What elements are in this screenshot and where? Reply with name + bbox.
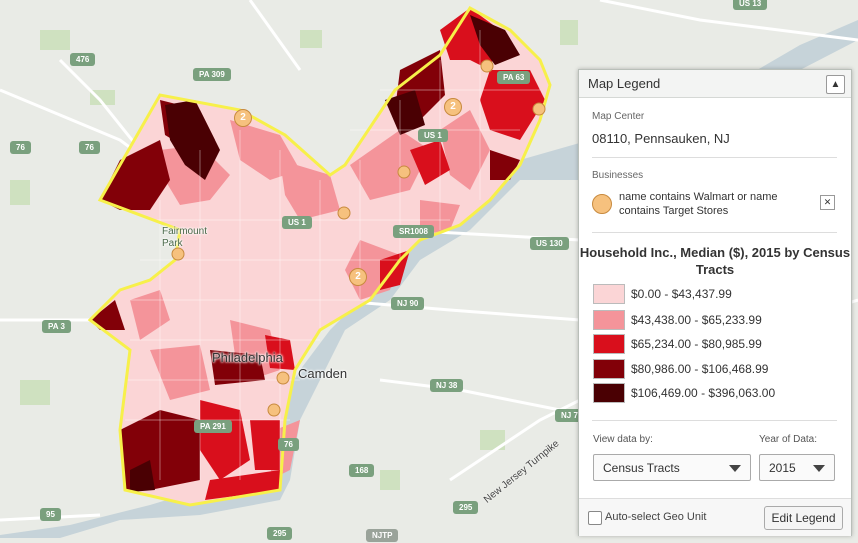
legend-range: $43,438.00 - $65,233.99 — [631, 313, 762, 327]
road-shield-i76-west: 76 — [10, 141, 31, 154]
legend-range: $65,234.00 - $80,985.99 — [631, 337, 762, 351]
road-shield-i295-a: 295 — [453, 501, 479, 514]
legend-range: $106,469.00 - $396,063.00 — [631, 386, 776, 400]
businesses-label: Businesses — [592, 170, 644, 181]
edit-legend-button[interactable]: Edit Legend — [764, 506, 843, 530]
legend-swatch — [593, 310, 625, 330]
theme-title: Household Inc., Median ($), 2015 by Cens… — [579, 245, 851, 277]
map-center-label: Map Center — [592, 111, 645, 122]
business-cluster-marker[interactable]: 2 — [349, 268, 367, 286]
view-data-label: View data by: — [593, 434, 653, 445]
road-shield-i76-south: 76 — [278, 438, 299, 451]
year-value: 2015 — [769, 461, 796, 475]
road-shield-us1-north: US 1 — [418, 129, 448, 142]
road-shield-us13: US 13 — [733, 0, 768, 10]
place-label-fairmount-park: Fairmount Park — [162, 226, 208, 249]
business-marker — [480, 59, 494, 73]
business-filter-text: name contains Walmart or name contains T… — [619, 191, 778, 217]
view-data-value: Census Tracts — [603, 461, 680, 475]
auto-select-checkbox[interactable] — [588, 511, 602, 525]
legend-header: Map Legend ▲ — [579, 70, 851, 98]
divider — [592, 232, 837, 233]
road-shield-i95: 95 — [40, 508, 61, 521]
road-shield-nj38: NJ 38 — [430, 379, 464, 392]
chevron-up-icon[interactable]: ▲ — [826, 75, 845, 94]
road-shield-pa3: PA 3 — [42, 320, 71, 333]
road-shield-sr1008: SR1008 — [393, 225, 434, 238]
divider — [592, 420, 837, 421]
road-shield-i476: 476 — [70, 53, 96, 66]
business-marker-swatch — [592, 194, 612, 214]
legend-swatch — [593, 284, 625, 304]
year-select[interactable]: 2015 — [759, 454, 835, 481]
road-shield-pa291: PA 291 — [194, 420, 232, 433]
road-shield-us130: US 130 — [530, 237, 569, 250]
auto-select-label: Auto-select Geo Unit — [605, 511, 707, 523]
business-marker — [337, 206, 351, 220]
city-label-camden: Camden — [298, 366, 348, 381]
city-label-philadelphia: Philadelphia — [212, 350, 283, 365]
road-shield-njtp: NJTP — [366, 529, 399, 542]
legend-swatch — [593, 383, 625, 403]
road-shield-us1-mid: US 1 — [282, 216, 312, 229]
map-legend-panel: Map Legend ▲ Map Center 08110, Pennsauke… — [578, 69, 852, 536]
legend-swatch — [593, 359, 625, 379]
divider — [592, 157, 837, 158]
business-cluster-marker[interactable]: 2 — [234, 109, 252, 127]
map-center-value: 08110, Pennsauken, NJ — [592, 131, 730, 146]
business-cluster-marker[interactable]: 2 — [444, 98, 462, 116]
road-shield-i295-b: 295 — [267, 527, 293, 540]
year-label: Year of Data: — [759, 434, 818, 445]
view-data-select[interactable]: Census Tracts — [593, 454, 751, 481]
road-shield-168: 168 — [349, 464, 375, 477]
legend-title: Map Legend — [588, 76, 661, 91]
legend-range: $80,986.00 - $106,468.99 — [631, 362, 769, 376]
road-shield-nj90: NJ 90 — [391, 297, 425, 310]
business-marker — [276, 371, 290, 385]
legend-footer: Auto-select Geo Unit Edit Legend — [579, 498, 851, 536]
business-marker — [397, 165, 411, 179]
legend-range: $0.00 - $43,437.99 — [631, 287, 732, 301]
chevron-down-icon — [729, 465, 741, 472]
road-shield-pa309: PA 309 — [193, 68, 231, 81]
business-marker — [267, 403, 281, 417]
road-shield-pa63: PA 63 — [497, 71, 531, 84]
chevron-down-icon — [813, 465, 825, 472]
business-marker — [532, 102, 546, 116]
close-icon[interactable]: ✕ — [820, 195, 835, 210]
legend-swatch — [593, 334, 625, 354]
road-shield-i76-west2: 76 — [79, 141, 100, 154]
